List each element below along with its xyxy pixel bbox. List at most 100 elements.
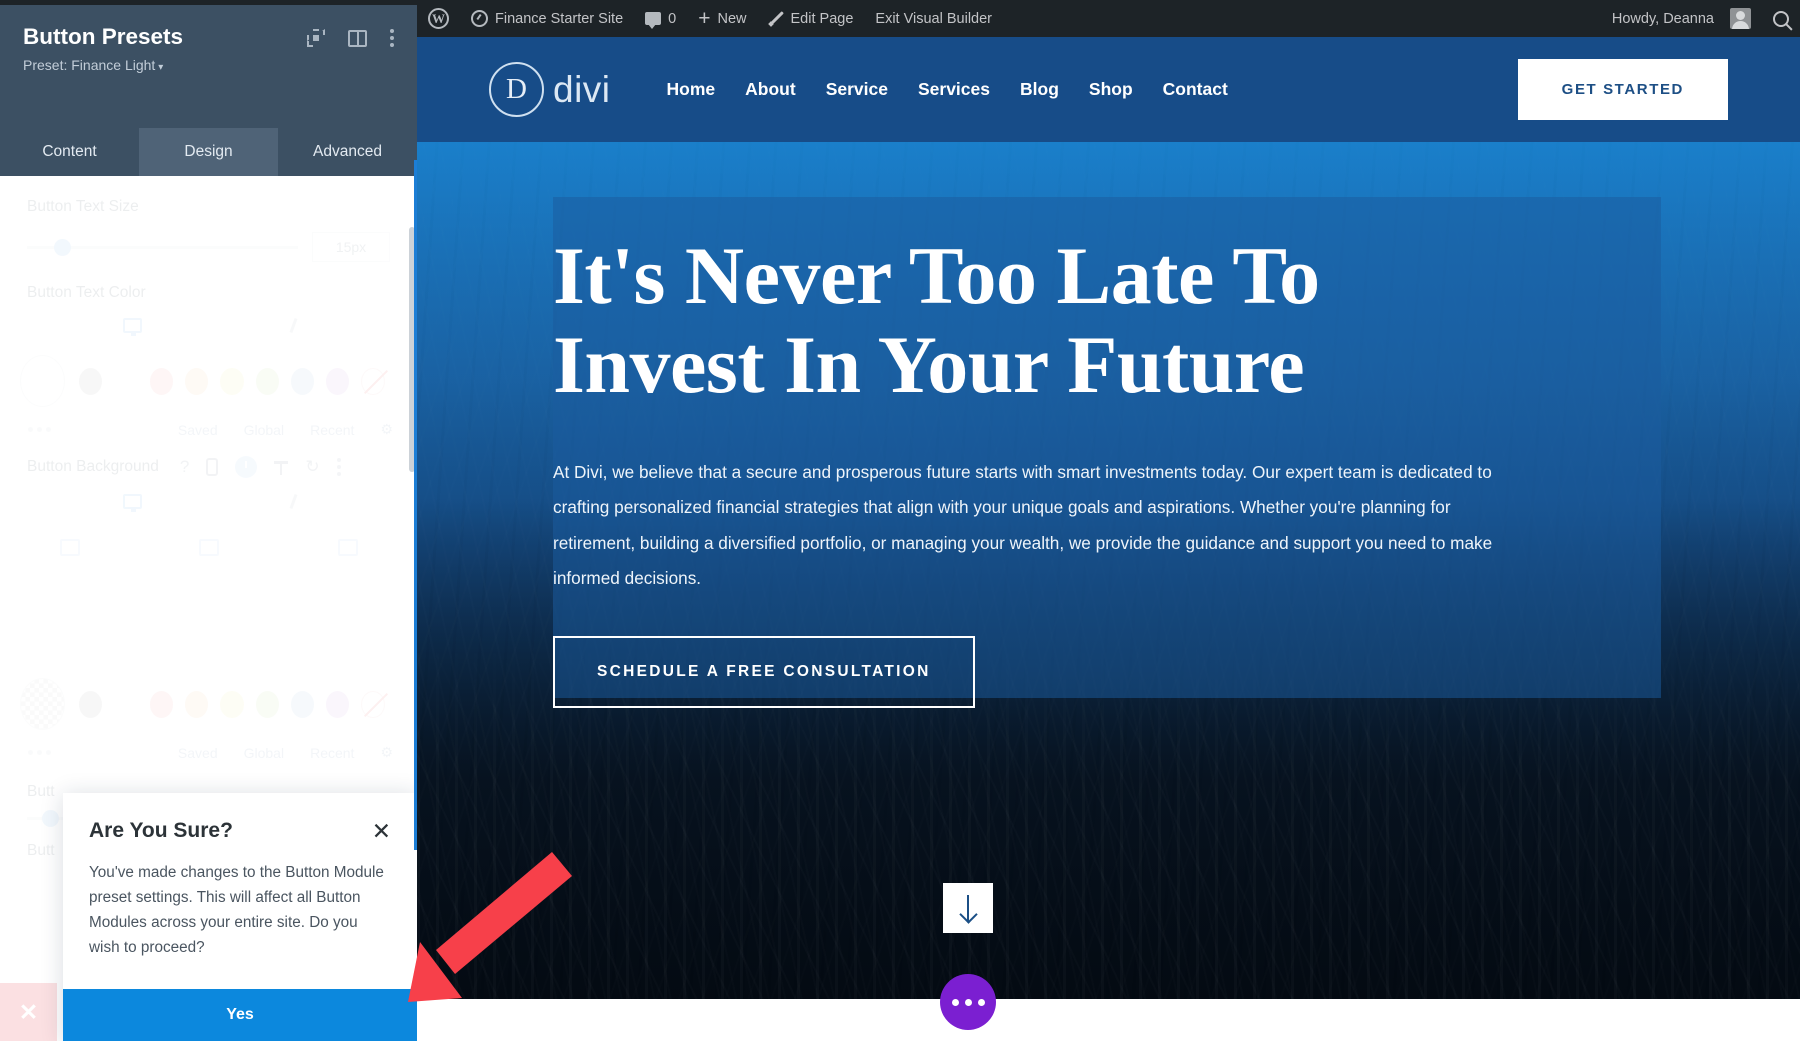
swatch-orange[interactable] xyxy=(184,690,209,718)
nav-link-contact[interactable]: Contact xyxy=(1163,79,1228,100)
nav-link-blog[interactable]: Blog xyxy=(1020,79,1059,100)
new-content-menu[interactable]: + New xyxy=(687,0,757,37)
gear-icon[interactable]: ⚙ xyxy=(380,744,393,761)
swatch-white[interactable] xyxy=(114,690,138,718)
schedule-consultation-button[interactable]: SCHEDULE A FREE CONSULTATION xyxy=(553,636,975,709)
swatch-blue[interactable] xyxy=(290,690,315,718)
divi-settings-panel: Button Presets Preset: Finance Light ▾ Co… xyxy=(0,5,417,1041)
button-text-size-input[interactable]: 15px xyxy=(312,232,390,262)
wordpress-logo-icon: W xyxy=(428,8,449,29)
new-label: New xyxy=(717,10,747,27)
field-button-background: Button Background ? ↻ xyxy=(0,438,417,478)
swatch-orange[interactable] xyxy=(184,367,209,395)
user-account-menu[interactable]: Howdy, Deanna xyxy=(1601,0,1762,37)
exit-visual-builder-link[interactable]: Exit Visual Builder xyxy=(864,0,1003,37)
swatch-purple[interactable] xyxy=(326,367,350,395)
current-color-swatch[interactable] xyxy=(20,355,66,407)
ellipsis-dot xyxy=(977,998,985,1006)
swatch-blue[interactable] xyxy=(290,367,315,395)
nav-link-about[interactable]: About xyxy=(745,79,796,100)
hero-heading-line-1: It's Never Too Late To xyxy=(553,230,1320,321)
discard-changes-button[interactable]: ✕ xyxy=(0,983,57,1041)
monitor-icon[interactable] xyxy=(122,318,142,336)
nav-link-service[interactable]: Service xyxy=(826,79,888,100)
swatch-overflow-dots[interactable] xyxy=(0,427,51,432)
close-icon: ✕ xyxy=(18,998,39,1025)
swatch-tab-global[interactable]: Global xyxy=(244,745,284,761)
swatch-tab-recent[interactable]: Recent xyxy=(310,422,354,438)
panel-tabs: Content Design Advanced xyxy=(0,128,417,176)
swatch-overflow-dots[interactable] xyxy=(0,750,51,755)
scroll-down-button[interactable] xyxy=(943,883,993,933)
site-name-menu[interactable]: Finance Starter Site xyxy=(460,0,634,37)
edit-page-label: Edit Page xyxy=(790,10,854,27)
phone-icon[interactable] xyxy=(206,458,219,476)
background-video-icon[interactable] xyxy=(337,539,358,556)
site-logo[interactable]: D divi xyxy=(489,62,611,117)
swatch-yellow[interactable] xyxy=(220,367,244,395)
swatch-gray[interactable] xyxy=(79,367,103,395)
brush-icon[interactable] xyxy=(289,317,297,334)
background-image-icon[interactable] xyxy=(198,539,219,556)
reset-icon[interactable]: ↻ xyxy=(305,457,319,477)
dialog-yes-button[interactable]: Yes xyxy=(63,989,417,1041)
swatch-tab-global[interactable]: Global xyxy=(244,422,284,438)
swatch-tab-saved[interactable]: Saved xyxy=(178,422,218,438)
wp-logo-menu[interactable]: W xyxy=(417,0,460,37)
button-text-size-slider[interactable] xyxy=(27,238,298,256)
color-swatch-row xyxy=(0,333,417,407)
primary-navigation: Home About Service Services Blog Shop Co… xyxy=(667,79,1228,100)
get-started-button[interactable]: GET STARTED xyxy=(1517,59,1728,120)
adminbar-right-group: Howdy, Deanna xyxy=(1601,0,1800,37)
swatch-transparent[interactable] xyxy=(361,367,385,395)
tab-advanced[interactable]: Advanced xyxy=(278,128,417,176)
close-icon[interactable]: ✕ xyxy=(372,819,391,843)
swatch-tab-saved[interactable]: Saved xyxy=(178,745,218,761)
comments-menu[interactable]: 0 xyxy=(634,0,687,37)
divi-floating-menu-button[interactable] xyxy=(940,974,996,1030)
swatch-tabs-lower: Saved Global Recent ⚙ xyxy=(0,730,417,761)
howdy-label: Howdy, Deanna xyxy=(1611,10,1714,27)
panel-edge-highlight xyxy=(414,160,417,850)
tab-design[interactable]: Design xyxy=(139,128,278,176)
preset-selector[interactable]: Preset: Finance Light ▾ xyxy=(23,57,183,73)
hover-state-icon[interactable] xyxy=(235,456,258,478)
swatch-white[interactable] xyxy=(114,367,138,395)
swatch-purple[interactable] xyxy=(326,690,350,718)
swatch-green[interactable] xyxy=(255,690,279,718)
gear-icon[interactable]: ⚙ xyxy=(380,421,393,438)
monitor-icon[interactable] xyxy=(122,494,142,512)
layout-icon[interactable] xyxy=(348,29,367,47)
exit-builder-label: Exit Visual Builder xyxy=(875,10,993,27)
swatch-gray[interactable] xyxy=(79,690,103,718)
search-button[interactable] xyxy=(1762,0,1800,37)
swatch-red[interactable] xyxy=(149,690,173,718)
help-icon[interactable]: ? xyxy=(180,457,189,477)
avatar xyxy=(1730,8,1751,29)
swatch-green[interactable] xyxy=(255,367,279,395)
focus-icon[interactable] xyxy=(307,29,325,47)
tab-content[interactable]: Content xyxy=(0,128,139,176)
hero-heading: It's Never Too Late To Invest In Your Fu… xyxy=(553,230,1553,410)
confirm-dialog: Are You Sure? ✕ You've made changes to t… xyxy=(63,793,417,1041)
background-type-tabs xyxy=(0,509,417,556)
slider-handle[interactable] xyxy=(54,238,72,256)
kebab-menu-icon[interactable] xyxy=(390,29,394,47)
edit-page-link[interactable]: Edit Page xyxy=(758,0,865,37)
current-color-swatch-transparent[interactable] xyxy=(20,678,66,730)
kebab-menu-icon[interactable] xyxy=(336,458,341,476)
swatch-tab-recent[interactable]: Recent xyxy=(310,745,354,761)
nav-link-services[interactable]: Services xyxy=(918,79,990,100)
swatch-yellow[interactable] xyxy=(220,690,244,718)
visual-builder-canvas: D divi Home About Service Services Blog … xyxy=(417,37,1800,1041)
nav-link-home[interactable]: Home xyxy=(667,79,716,100)
pin-icon[interactable] xyxy=(274,459,289,475)
swatch-red[interactable] xyxy=(149,367,173,395)
nav-link-shop[interactable]: Shop xyxy=(1089,79,1133,100)
swatch-transparent[interactable] xyxy=(361,690,385,718)
brush-icon[interactable] xyxy=(289,493,297,510)
hero-heading-line-2: Invest In Your Future xyxy=(553,318,1305,410)
button-text-size-label: Button Text Size xyxy=(27,198,139,215)
wordpress-admin-bar: W Finance Starter Site 0 + New Edit Page… xyxy=(417,0,1800,37)
background-color-icon[interactable] xyxy=(59,539,80,556)
